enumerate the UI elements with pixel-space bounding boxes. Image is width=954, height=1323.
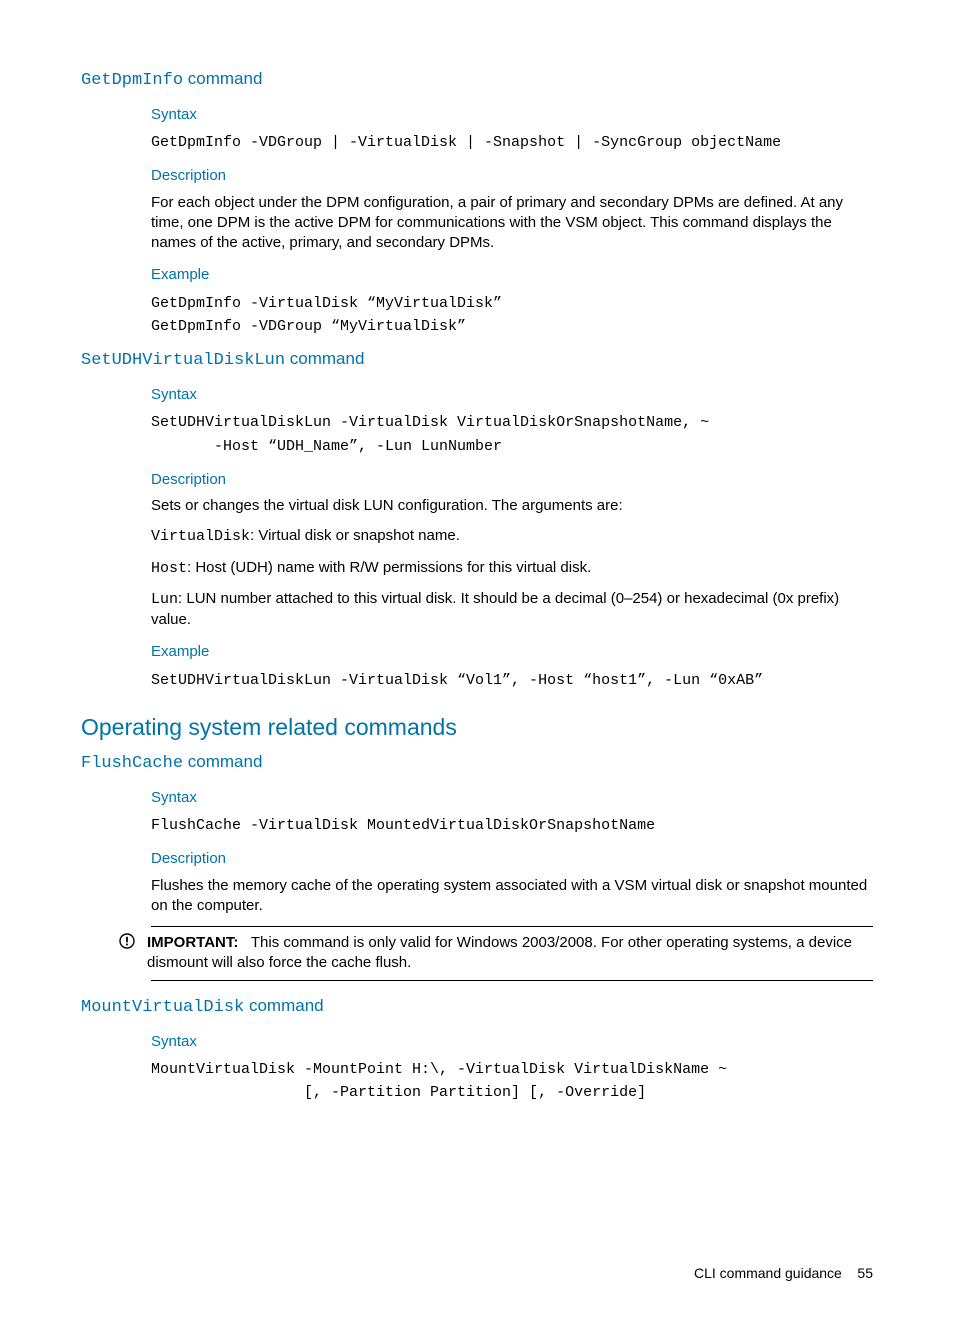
cmd-suffix: command (285, 349, 364, 368)
mountvirtualdisk-heading: MountVirtualDisk command (81, 995, 873, 1020)
description-text: Flushes the memory cache of the operatin… (151, 876, 873, 917)
arg-lun: Lun: LUN number attached to this virtual… (151, 589, 873, 631)
setudhvirtualdisklun-heading: SetUDHVirtualDiskLun command (81, 348, 873, 373)
arg-virtualdisk: VirtualDisk: Virtual disk or snapshot na… (151, 526, 873, 547)
cmd-suffix: command (244, 996, 323, 1015)
syntax-label: Syntax (151, 385, 873, 405)
getdpminfo-heading: GetDpmInfo command (81, 68, 873, 93)
syntax-code: FlushCache -VirtualDisk MountedVirtualDi… (151, 814, 873, 837)
example-code: GetDpmInfo -VirtualDisk “MyVirtualDisk” … (151, 292, 873, 339)
footer-text: CLI command guidance (694, 1265, 842, 1281)
cmd-name: SetUDHVirtualDiskLun (81, 351, 285, 370)
description-text: For each object under the DPM configurat… (151, 193, 873, 254)
important-note: IMPORTANT: This command is only valid fo… (151, 926, 873, 981)
arg-code: VirtualDisk (151, 528, 250, 545)
example-label: Example (151, 265, 873, 285)
description-label: Description (151, 470, 873, 490)
example-label: Example (151, 642, 873, 662)
important-label: IMPORTANT: (147, 934, 238, 951)
arg-text: : Host (UDH) name with R/W permissions f… (187, 559, 591, 576)
arg-text: : LUN number attached to this virtual di… (151, 590, 839, 628)
important-icon (119, 933, 147, 955)
cmd-name: FlushCache (81, 754, 183, 773)
cmd-name: GetDpmInfo (81, 71, 183, 90)
syntax-code: SetUDHVirtualDiskLun -VirtualDisk Virtua… (151, 411, 873, 458)
page-footer: CLI command guidance 55 (81, 1264, 873, 1283)
syntax-code: MountVirtualDisk -MountPoint H:\, -Virtu… (151, 1058, 873, 1105)
description-intro: Sets or changes the virtual disk LUN con… (151, 496, 873, 516)
syntax-code: GetDpmInfo -VDGroup | -VirtualDisk | -Sn… (151, 131, 873, 154)
syntax-label: Syntax (151, 105, 873, 125)
cmd-suffix: command (183, 69, 262, 88)
arg-text: : Virtual disk or snapshot name. (250, 527, 460, 544)
description-label: Description (151, 166, 873, 186)
flushcache-heading: FlushCache command (81, 751, 873, 776)
cmd-suffix: command (183, 752, 262, 771)
syntax-label: Syntax (151, 1032, 873, 1052)
important-text: This command is only valid for Windows 2… (147, 934, 852, 971)
description-label: Description (151, 849, 873, 869)
cmd-name: MountVirtualDisk (81, 998, 244, 1017)
important-body: IMPORTANT: This command is only valid fo… (147, 933, 873, 974)
page-number: 55 (857, 1265, 873, 1281)
arg-code: Host (151, 560, 187, 577)
example-code: SetUDHVirtualDiskLun -VirtualDisk “Vol1”… (151, 669, 873, 692)
os-commands-heading: Operating system related commands (81, 712, 873, 743)
arg-host: Host: Host (UDH) name with R/W permissio… (151, 558, 873, 579)
arg-code: Lun (151, 591, 178, 608)
syntax-label: Syntax (151, 788, 873, 808)
